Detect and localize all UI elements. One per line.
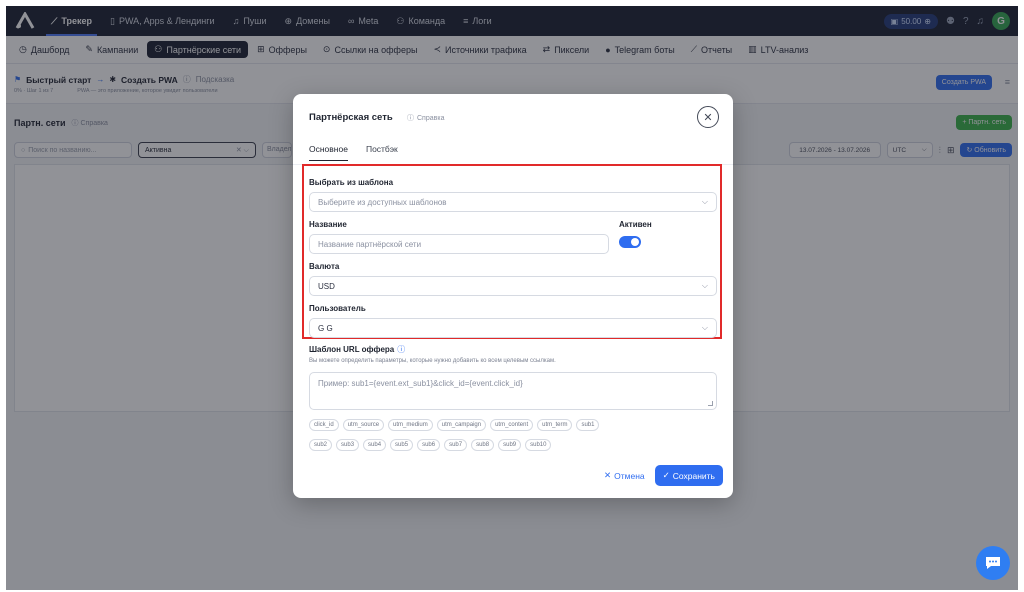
close-icon: ✕ <box>604 470 612 480</box>
param-chip[interactable]: utm_content <box>490 419 534 431</box>
param-chip[interactable]: utm_medium <box>388 419 433 431</box>
param-chip[interactable]: sub3 <box>336 439 360 451</box>
currency-label: Валюта <box>309 262 340 271</box>
tab-postback[interactable]: Постбэк <box>366 144 398 161</box>
chevron-down-icon: ⌵ <box>701 281 708 290</box>
modal-help-link[interactable]: ⓘ Справка <box>407 113 444 123</box>
modal-tabs: Основное Постбэк <box>309 144 398 161</box>
chevron-down-icon: ⌵ <box>701 323 708 332</box>
param-chip[interactable]: sub1 <box>576 419 600 431</box>
param-chip[interactable]: utm_term <box>537 419 573 431</box>
param-chip[interactable]: sub9 <box>498 439 522 451</box>
param-chip[interactable]: sub4 <box>363 439 387 451</box>
param-chip[interactable]: utm_source <box>342 419 385 431</box>
param-chip[interactable]: sub6 <box>417 439 441 451</box>
active-toggle[interactable] <box>619 236 641 248</box>
modal-footer: ✕ Отмена ✓ Сохранить <box>604 465 723 486</box>
help-icon: ⓘ <box>407 115 414 122</box>
close-icon[interactable]: ✕ <box>697 106 719 128</box>
affiliate-network-modal: Партнёрская сеть ⓘ Справка ✕ Основное Пос… <box>293 94 733 498</box>
check-icon: ✓ <box>662 470 670 480</box>
currency-select[interactable]: USD ⌵ <box>309 276 717 296</box>
param-chip[interactable]: sub5 <box>390 439 414 451</box>
param-chip[interactable]: sub2 <box>309 439 333 451</box>
param-chip[interactable]: sub7 <box>444 439 468 451</box>
url-template-textarea[interactable]: Пример: sub1={event.ext_sub1}&click_id={… <box>309 372 717 410</box>
chat-support-button[interactable] <box>976 546 1010 580</box>
chevron-down-icon: ⌵ <box>701 197 708 206</box>
template-select[interactable]: Выберите из доступных шаблонов ⌵ <box>309 192 717 212</box>
param-chip[interactable]: sub8 <box>471 439 495 451</box>
modal-title: Партнёрская сеть <box>309 112 393 123</box>
name-field[interactable]: Название партнёрской сети <box>309 234 609 254</box>
param-chip[interactable]: sub10 <box>525 439 552 451</box>
user-label: Пользователь <box>309 304 366 313</box>
param-chip[interactable]: utm_campaign <box>436 419 487 431</box>
name-label: Название <box>309 220 347 229</box>
help-icon[interactable]: ⓘ <box>397 344 405 355</box>
save-button[interactable]: ✓ Сохранить <box>654 465 723 486</box>
template-label: Выбрать из шаблона <box>309 178 394 187</box>
cancel-button[interactable]: ✕ Отмена <box>604 470 645 481</box>
user-select[interactable]: G G ⌵ <box>309 318 717 338</box>
app-window: ⟋ Трекер ▯ PWA, Apps & Лендинги ♫ Пуши ⊕ Дом… <box>6 6 1018 590</box>
chat-icon <box>986 557 1000 569</box>
param-chips-row-2: sub2 sub3 sub4 sub5 sub6 sub7 sub8 sub9 … <box>309 439 719 451</box>
tab-main[interactable]: Основное <box>309 144 348 161</box>
url-template-title: Шаблон URL оффера ⓘ <box>309 344 406 355</box>
param-chips-row-1: click_id utm_source utm_medium utm_campa… <box>309 419 719 431</box>
param-chip[interactable]: click_id <box>309 419 339 431</box>
active-label: Активен <box>619 220 652 229</box>
url-template-description: Вы можете определить параметры, которые … <box>309 358 556 364</box>
